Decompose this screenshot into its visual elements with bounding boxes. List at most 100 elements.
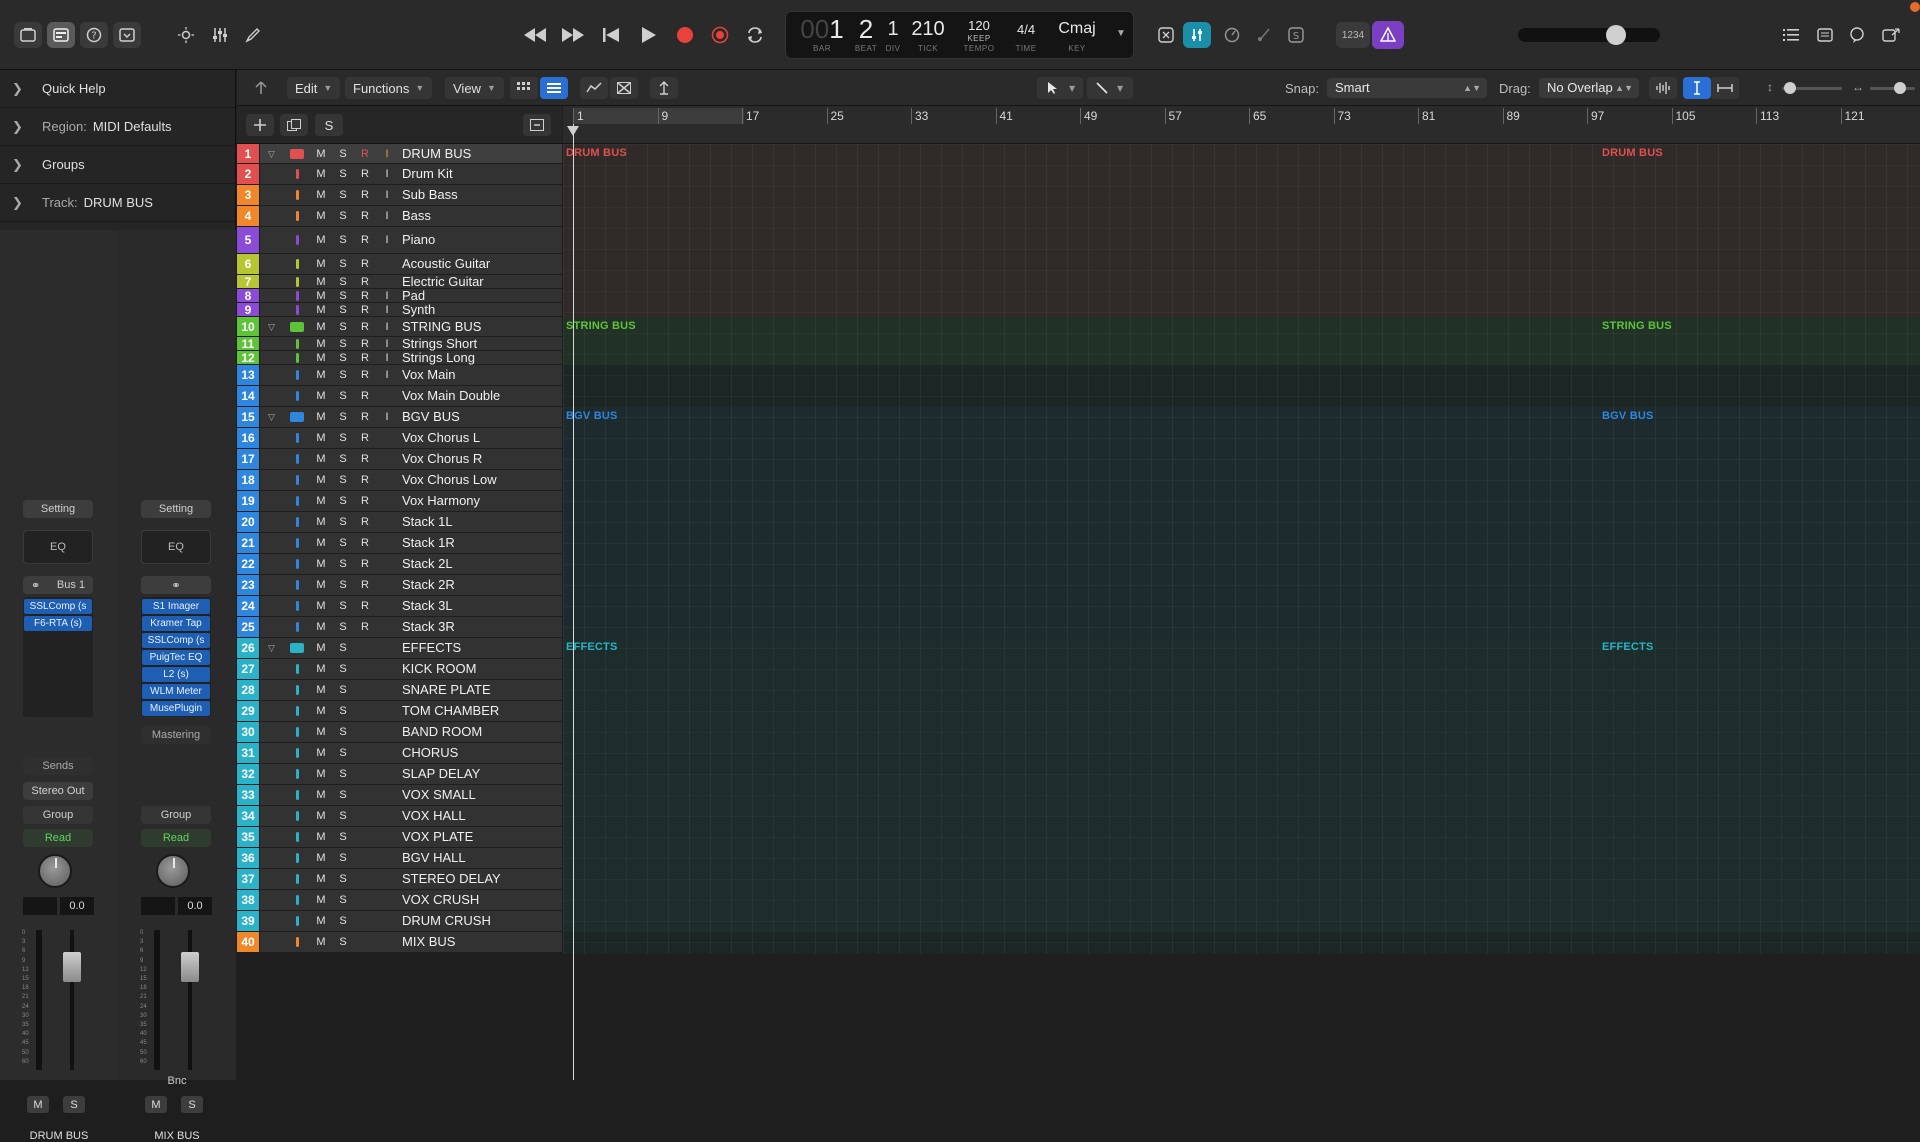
plugin-slot[interactable]: S1 Imager [142,599,210,614]
mute-button[interactable]: M [313,641,329,655]
input-monitor-button[interactable]: I [379,410,395,424]
mute-button[interactable]: M [145,1096,167,1113]
solo-button[interactable]: S [335,746,351,760]
mute-button[interactable]: M [313,188,329,202]
list-editors-icon[interactable] [1152,22,1180,48]
up-arrow-icon[interactable] [247,77,275,99]
record-enable-button[interactable]: R [357,494,373,508]
track-row[interactable]: 4 M S R I Bass [237,206,571,227]
solo-button[interactable]: S [335,578,351,592]
mute-button[interactable]: M [313,473,329,487]
mute-button[interactable]: M [313,725,329,739]
track-name[interactable]: Vox Harmony [402,493,480,509]
track-row[interactable]: 5 M S R I Piano [237,227,571,254]
track-name[interactable]: VOX SMALL [402,787,476,803]
mute-button[interactable]: M [313,167,329,181]
track-header[interactable]: M S BAND ROOM [260,722,571,742]
track-name[interactable]: BGV HALL [402,850,466,866]
solo-button[interactable]: S [335,767,351,781]
plugin-slot[interactable]: MusePlugin [142,701,210,716]
solo-button[interactable]: S [335,935,351,949]
mute-button[interactable]: M [313,536,329,550]
pencil-icon[interactable] [239,22,267,48]
track-header[interactable]: M S R Vox Harmony [260,491,571,511]
track-name[interactable]: SLAP DELAY [402,766,480,782]
mute-button[interactable]: M [313,662,329,676]
track-name[interactable]: BAND ROOM [402,724,482,740]
folder-lane[interactable]: STRING BUS STRING BUS [563,317,1920,365]
record-enable-button[interactable]: R [357,410,373,424]
toolbar-icon[interactable] [113,22,141,48]
input-monitor-button[interactable]: I [379,320,395,334]
volume-fader[interactable] [63,952,81,982]
plugin-slot[interactable]: PuigTec EQ [142,650,210,665]
count-display-button[interactable]: 1234 [1336,22,1370,48]
mute-button[interactable]: M [313,578,329,592]
record-enable-button[interactable]: R [357,620,373,634]
master-volume-slider[interactable] [1518,25,1660,45]
quick-help-section[interactable]: ❯ Quick Help [0,70,235,108]
track-header[interactable]: M S R I Strings Short [260,336,571,351]
record-enable-button[interactable]: R [357,233,373,247]
track-row[interactable]: 15 ▽ M S R I BGV BUS [237,407,571,428]
solo-button[interactable]: S [335,725,351,739]
solo-button[interactable]: S [335,830,351,844]
capture-recording-button[interactable] [705,20,735,50]
grid-view-icon[interactable] [510,77,538,99]
record-enable-button[interactable]: R [357,167,373,181]
bounce-button[interactable]: Bnc [118,1075,236,1087]
solo-button[interactable]: S [335,557,351,571]
record-enable-button[interactable]: R [357,452,373,466]
solo-button[interactable]: S [335,536,351,550]
record-enable-button[interactable]: R [357,320,373,334]
track-row[interactable]: 16 M S R Vox Chorus L [237,428,571,449]
solo-button[interactable]: S [335,872,351,886]
sends-slot[interactable]: Sends [23,757,93,775]
track-header[interactable]: ▽ M S R I DRUM BUS [260,144,571,163]
disclosure-triangle-icon[interactable]: ▽ [268,149,275,160]
plugin-slot[interactable]: SSLComp (s [24,599,92,614]
record-enable-button[interactable]: R [357,275,373,289]
automation-mode[interactable]: Read [23,829,93,847]
track-header[interactable]: M S TOM CHAMBER [260,701,571,721]
track-header[interactable]: M S R I Sub Bass [260,185,571,205]
track-name[interactable]: Stack 1R [402,535,455,551]
solo-button[interactable]: S [181,1096,203,1113]
solo-button[interactable]: S [63,1096,85,1113]
track-header[interactable]: M S R I Bass [260,206,571,226]
track-header[interactable]: M S R I Piano [260,227,571,253]
track-row[interactable]: 1 ▽ M S R I DRUM BUS [237,144,571,164]
arrange-empty-area[interactable] [563,954,1920,1080]
track-name[interactable]: DRUM CRUSH [402,913,491,929]
input-monitor-button[interactable]: I [379,188,395,202]
solo-button[interactable]: S [335,431,351,445]
solo-button[interactable]: S [335,368,351,382]
track-row[interactable]: 14 M S R Vox Main Double [237,386,571,407]
record-enable-button[interactable]: R [357,515,373,529]
track-name[interactable]: BGV BUS [402,409,460,425]
track-header[interactable]: M S R Vox Chorus R [260,449,571,469]
record-enable-button[interactable]: R [357,351,373,365]
track-name[interactable]: VOX PLATE [402,829,473,845]
pan-knob[interactable] [156,854,190,888]
mute-button[interactable]: M [313,809,329,823]
input-monitor-button[interactable]: I [379,289,395,303]
input-monitor-button[interactable]: I [379,337,395,351]
track-header[interactable]: ▽ M S R I BGV BUS [260,407,571,427]
record-enable-button[interactable]: R [357,147,373,161]
plugin-slot[interactable]: F6-RTA (s) [24,616,92,631]
list-icon[interactable] [1777,22,1805,48]
plugin-slot[interactable]: WLM Meter [142,684,210,699]
track-name[interactable]: Sub Bass [402,187,458,203]
track-row[interactable]: 36 M S BGV HALL [237,848,571,869]
solo-button[interactable]: S [335,914,351,928]
track-header[interactable]: M S R Vox Chorus Low [260,470,571,490]
mute-button[interactable]: M [313,389,329,403]
record-enable-button[interactable]: R [357,289,373,303]
link-icon[interactable]: ⚭ [141,576,211,594]
edit-menu[interactable]: Edit ▼ [287,77,341,99]
groups-section[interactable]: ❯ Groups [0,146,235,184]
mute-button[interactable]: M [313,147,329,161]
track-name[interactable]: VOX CRUSH [402,892,479,908]
mute-button[interactable]: M [313,452,329,466]
